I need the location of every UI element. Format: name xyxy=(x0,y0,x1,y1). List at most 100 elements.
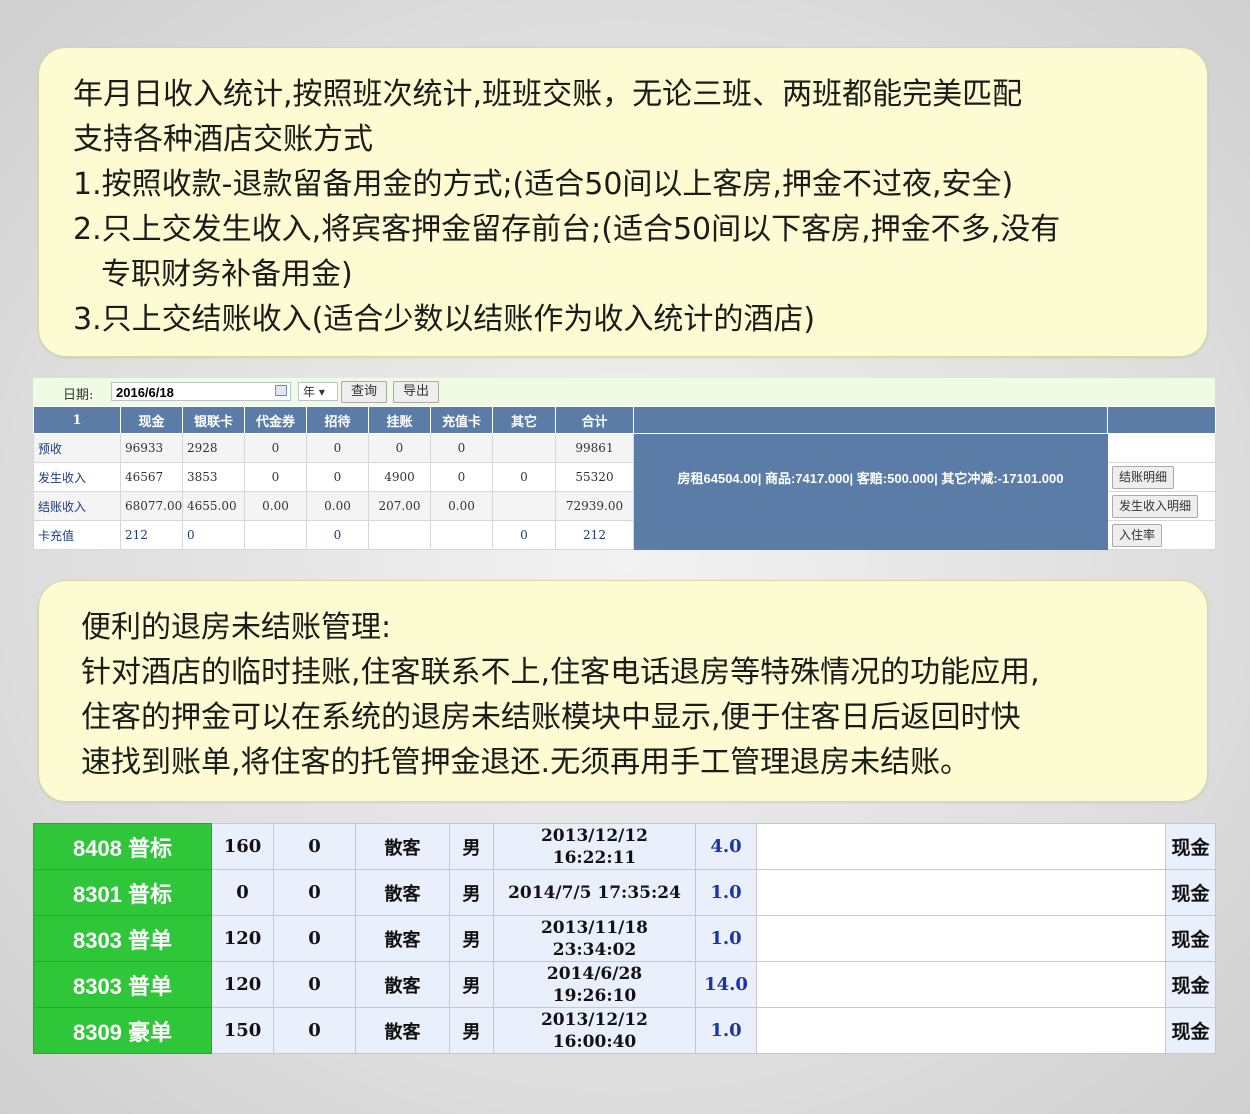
summary-area xyxy=(633,491,1108,521)
table-cell: 0.00 xyxy=(306,491,369,521)
note-line: 2.只上交发生收入,将宾客押金留存前台;(适合50间以下客房,押金不多,没有 xyxy=(73,212,1061,247)
table-row[interactable]: 8303 普单 120 0 散客 男 2014/6/28 19:26:10 14.… xyxy=(33,961,1216,1008)
gender-cell: 男 xyxy=(449,823,494,870)
occupancy-button[interactable]: 入住率 xyxy=(1112,523,1163,547)
time-cell: 2014/7/5 17:35:24 xyxy=(493,869,696,916)
table-cell: 46567 xyxy=(120,462,183,492)
table-cell: 96933 xyxy=(120,433,183,463)
note-line: 年月日收入统计,按照班次统计,班班交账，无论三班、两班都能完美匹配 xyxy=(73,77,1023,112)
blank-cell xyxy=(756,823,1166,870)
table-cell: 2928 xyxy=(182,433,245,463)
table-cell: 207.00 xyxy=(368,491,431,521)
table-cell: 0 xyxy=(368,433,431,463)
action-cell: 结账明细 xyxy=(1107,462,1216,492)
table-cell: 0 xyxy=(182,520,245,550)
header-cell: 代金券 xyxy=(244,406,307,434)
income-report-panel: 日期: 2016/6/18 年 ▾ 查询 导出 1 现金 银联卡 代金券 招待 … xyxy=(33,378,1216,550)
blank-cell xyxy=(756,915,1166,962)
gender-cell: 男 xyxy=(449,869,494,916)
note-line: 专职财务补备用金) xyxy=(101,257,353,292)
table-cell: 4655.00 xyxy=(182,491,245,521)
table-cell: 212 xyxy=(555,520,634,550)
note-line: 住客的押金可以在系统的退房未结账模块中显示,便于住客日后返回时快 xyxy=(81,700,1021,735)
blank-cell xyxy=(756,961,1166,1008)
table-cell xyxy=(492,491,556,521)
table-row[interactable]: 8303 普单 120 0 散客 男 2013/11/18 23:34:02 1.… xyxy=(33,915,1216,962)
export-button[interactable]: 导出 xyxy=(393,381,439,403)
action-cell xyxy=(1107,433,1216,463)
note-line: 针对酒店的临时挂账,住客联系不上,住客电话退房等特殊情况的功能应用, xyxy=(81,655,1040,690)
table-cell: 212 xyxy=(120,520,183,550)
table-cell: 0 xyxy=(306,462,369,492)
table-cell xyxy=(492,433,556,463)
table-cell: 0.00 xyxy=(244,491,307,521)
summary-area xyxy=(633,433,1108,463)
row-label: 发生收入 xyxy=(33,462,121,492)
nights-cell: 1.0 xyxy=(695,869,757,916)
header-cell xyxy=(633,406,1108,434)
header-cell xyxy=(1107,406,1216,434)
table-cell: 0 xyxy=(430,462,493,492)
note-line: 便利的退房未结账管理: xyxy=(81,610,392,645)
table-cell: 72939.00 xyxy=(555,491,634,521)
header-cell: 1 xyxy=(33,406,121,434)
table-cell xyxy=(430,520,493,550)
table-header-row: 1 现金 银联卡 代金券 招待 挂账 充值卡 其它 合计 xyxy=(33,406,1216,434)
room-cell: 8301 普标 xyxy=(33,869,212,916)
table-cell: 0 xyxy=(244,462,307,492)
rate-cell: 120 xyxy=(211,915,274,962)
table-row[interactable]: 8309 豪单 150 0 散客 男 2013/12/12 16:00:40 1.… xyxy=(33,1007,1216,1054)
deposit-cell: 0 xyxy=(273,823,356,870)
blank-cell xyxy=(756,1007,1166,1054)
table-row[interactable]: 8301 普标 0 0 散客 男 2014/7/5 17:35:24 1.0 现… xyxy=(33,869,1216,916)
guest-type-cell: 散客 xyxy=(355,915,450,962)
table-cell: 0.00 xyxy=(430,491,493,521)
nights-cell: 1.0 xyxy=(695,1007,757,1054)
table-cell xyxy=(368,520,431,550)
query-button[interactable]: 查询 xyxy=(341,381,387,403)
nights-cell: 4.0 xyxy=(695,823,757,870)
rate-cell: 150 xyxy=(211,1007,274,1054)
room-cell: 8309 豪单 xyxy=(33,1007,212,1054)
guest-type-cell: 散客 xyxy=(355,869,450,916)
table-cell: 0 xyxy=(492,462,556,492)
table-cell: 0 xyxy=(306,520,369,550)
deposit-cell: 0 xyxy=(273,1007,356,1054)
header-cell: 招待 xyxy=(306,406,369,434)
feature-note-checkout: 便利的退房未结账管理: 针对酒店的临时挂账,住客联系不上,住客电话退房等特殊情况… xyxy=(38,580,1208,802)
row-label: 卡充值 xyxy=(33,520,121,550)
header-cell: 充值卡 xyxy=(430,406,493,434)
blank-cell xyxy=(756,869,1166,916)
action-cell: 入住率 xyxy=(1107,520,1216,550)
deposit-cell: 0 xyxy=(273,915,356,962)
rate-cell: 0 xyxy=(211,869,274,916)
room-cell: 8303 普单 xyxy=(33,961,212,1008)
date-label: 日期: xyxy=(63,388,94,403)
calendar-icon[interactable] xyxy=(275,385,287,396)
date-input[interactable]: 2016/6/18 xyxy=(111,382,291,401)
table-row[interactable]: 8408 普标 160 0 散客 男 2013/12/12 16:22:11 4.… xyxy=(33,823,1216,870)
table-cell: 4900 xyxy=(368,462,431,492)
table-cell: 0 xyxy=(306,433,369,463)
table-cell: 3853 xyxy=(182,462,245,492)
report-toolbar: 日期: 2016/6/18 年 ▾ 查询 导出 xyxy=(33,378,1215,407)
income-detail-button[interactable]: 发生收入明细 xyxy=(1112,494,1199,518)
header-cell: 其它 xyxy=(492,406,556,434)
gender-cell: 男 xyxy=(449,1007,494,1054)
header-cell: 合计 xyxy=(555,406,634,434)
time-cell: 2013/12/12 16:22:11 xyxy=(493,823,696,870)
income-table: 1 现金 银联卡 代金券 招待 挂账 充值卡 其它 合计 预收 96933 29… xyxy=(33,406,1216,550)
guest-type-cell: 散客 xyxy=(355,1007,450,1054)
checkout-detail-button[interactable]: 结账明细 xyxy=(1112,465,1175,489)
table-cell: 0 xyxy=(430,433,493,463)
row-label: 结账收入 xyxy=(33,491,121,521)
payment-cell: 现金 xyxy=(1165,869,1216,916)
period-select[interactable]: 年 ▾ xyxy=(298,382,338,401)
time-cell: 2013/12/12 16:00:40 xyxy=(493,1007,696,1054)
header-cell: 银联卡 xyxy=(182,406,245,434)
table-row: 结账收入 68077.00 4655.00 0.00 0.00 207.00 0… xyxy=(33,491,1216,521)
room-cell: 8408 普标 xyxy=(33,823,212,870)
rate-cell: 120 xyxy=(211,961,274,1008)
table-row: 发生收入 46567 3853 0 0 4900 0 0 55320 房租645… xyxy=(33,462,1216,492)
unsettled-rooms-table: 8408 普标 160 0 散客 男 2013/12/12 16:22:11 4.… xyxy=(33,823,1216,1054)
